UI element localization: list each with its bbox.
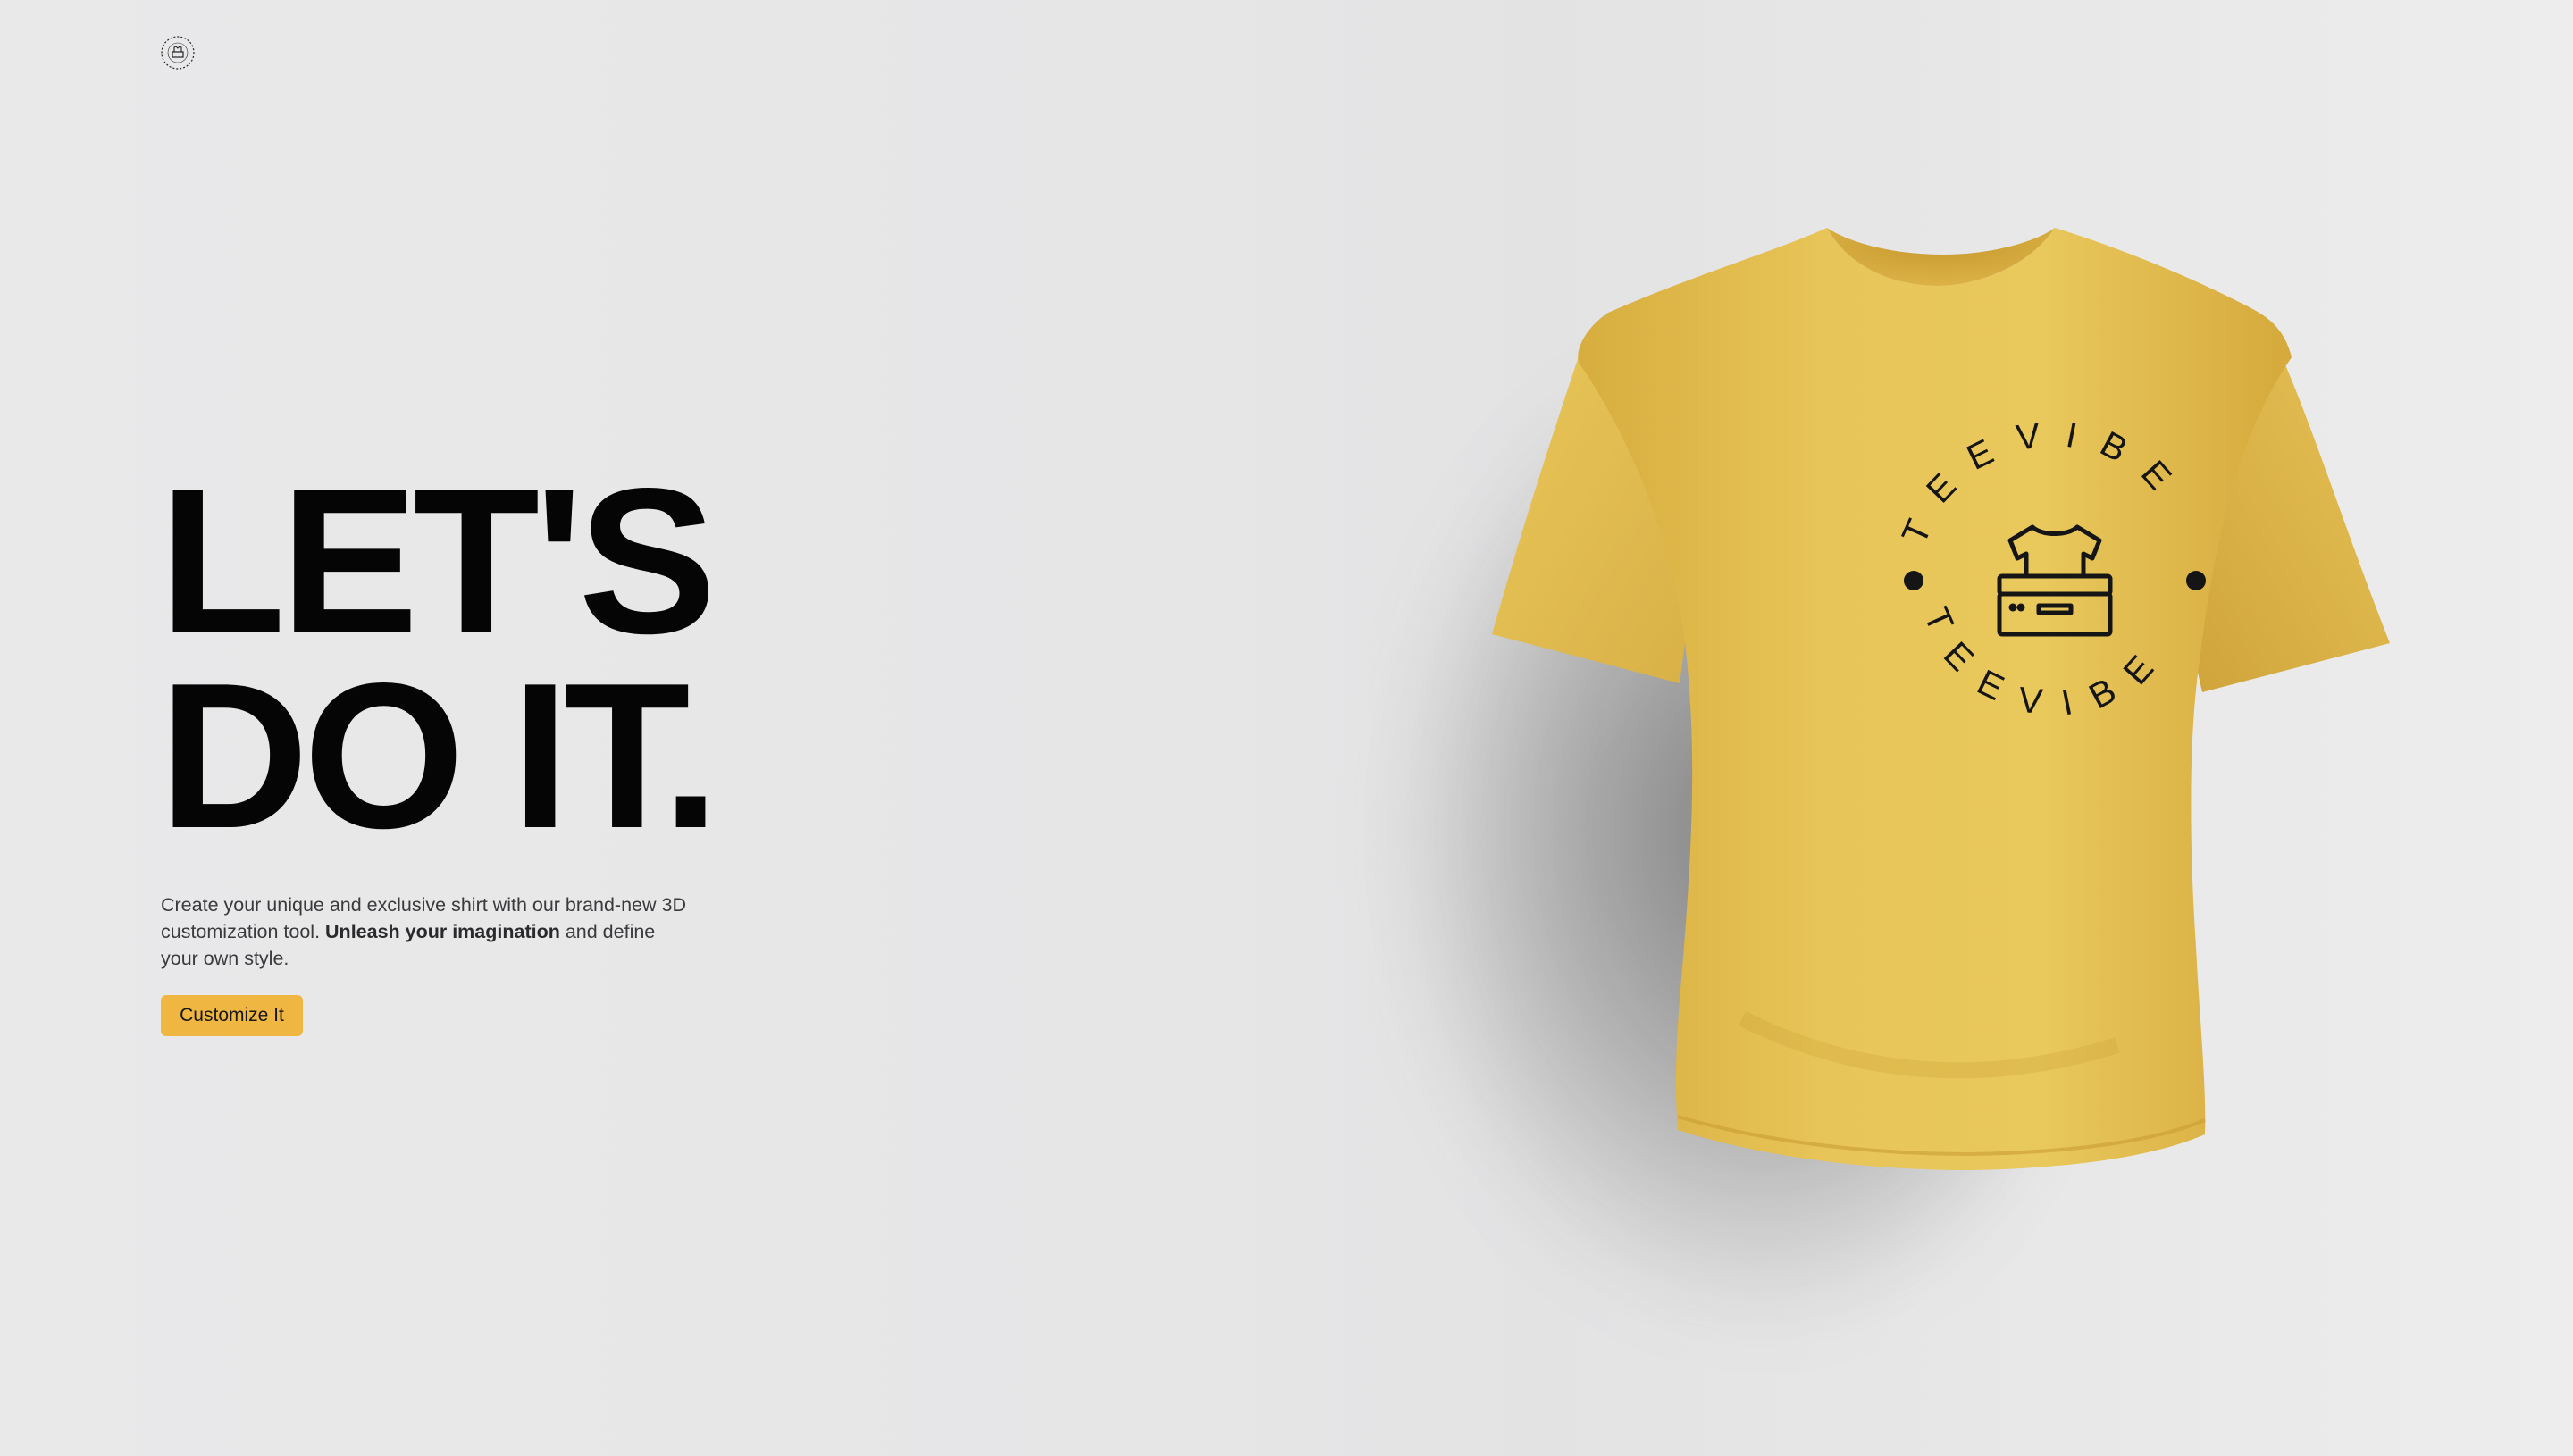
print-dot-right [2186,571,2206,590]
headline-line-1: LET'S [159,446,717,677]
page-title: LET'S DO IT. [159,446,963,872]
headline-line-2: DO IT. [159,640,719,872]
intro-text: Create your unique and exclusive shirt w… [161,891,697,972]
hero-section: LET'S DO IT. [159,446,963,872]
customize-it-button[interactable]: Customize It [161,995,303,1036]
tshirt-3d-model[interactable]: TEEVIBE TEEVIBE [1474,214,2394,1286]
shirt-body [1578,228,2292,1170]
teevibe-badge-icon[interactable] [159,34,197,71]
print-dot-left [1904,571,1923,590]
intro-text-emphasis: Unleash your imagination [325,921,560,942]
